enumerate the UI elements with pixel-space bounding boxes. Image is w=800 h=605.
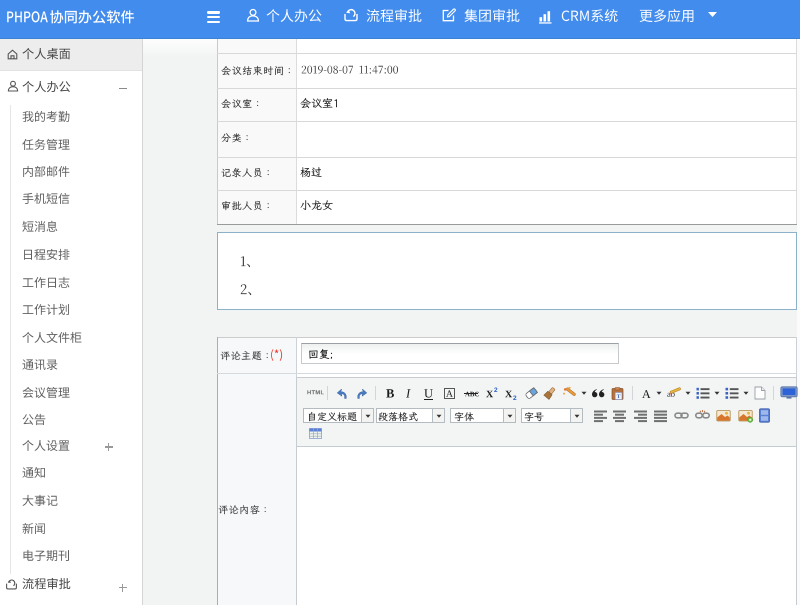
svg-text:T: T	[617, 394, 621, 400]
